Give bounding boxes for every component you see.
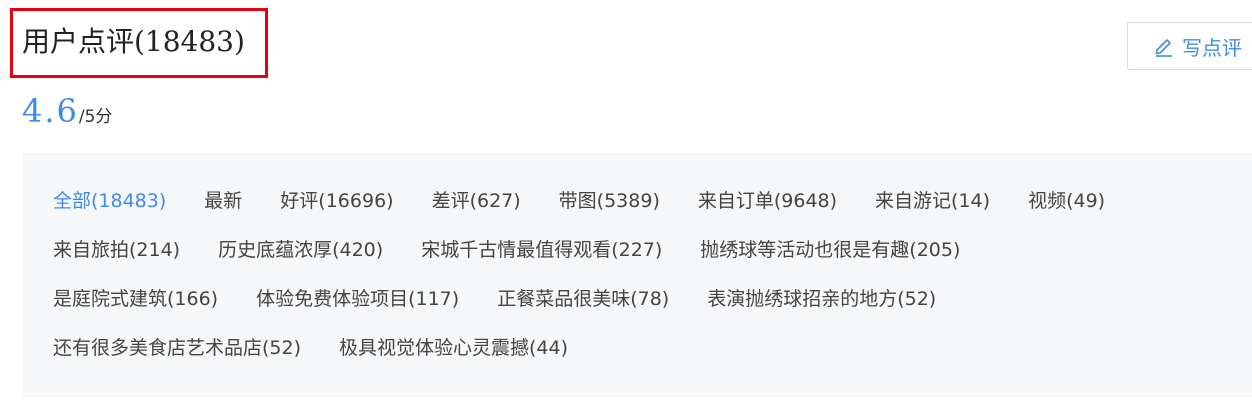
tag-positive[interactable]: 好评(16696) [280,186,393,213]
tag-item[interactable]: 体验免费体验项目(117) [256,284,459,311]
tag-item[interactable]: 还有很多美食店艺术品店(52) [53,333,301,360]
tag-from-orders[interactable]: 来自订单(9648) [698,186,837,213]
pencil-icon [1152,34,1176,58]
tag-item[interactable]: 来自旅拍(214) [53,235,180,262]
tag-item[interactable]: 宋城千古情最值得观看(227) [421,235,662,262]
tag-item[interactable]: 抛绣球等活动也很是有趣(205) [700,235,960,262]
tag-item[interactable]: 历史底蕴浓厚(420) [218,235,383,262]
tag-item[interactable]: 是庭院式建筑(166) [53,284,218,311]
tag-item[interactable]: 表演抛绣球招亲的地方(52) [707,284,936,311]
tag-item[interactable]: 极具视觉体验心灵震撼(44) [339,333,568,360]
write-review-label: 写点评 [1182,35,1242,60]
tag-item[interactable]: 正餐菜品很美味(78) [497,284,669,311]
rating: 4.6/5分 [22,92,112,130]
tag-row: 是庭院式建筑(166) 体验免费体验项目(117) 正餐菜品很美味(78) 表演… [53,283,974,311]
tag-negative[interactable]: 差评(627) [432,186,521,213]
rating-unit: /5分 [78,107,113,127]
page-title: 用户点评(18483) [22,25,245,58]
tag-all[interactable]: 全部(18483) [53,186,166,213]
tag-latest[interactable]: 最新 [204,186,242,213]
tag-row: 来自旅拍(214) 历史底蕴浓厚(420) 宋城千古情最值得观看(227) 抛绣… [53,234,998,262]
reviews-section: 用户点评(18483) 写点评 4.6/5分 全部(18483) 最新 好评(1… [0,0,1252,409]
tag-video[interactable]: 视频(49) [1028,186,1105,213]
tag-from-travelogues[interactable]: 来自游记(14) [875,186,990,213]
write-review-button[interactable]: 写点评 [1127,22,1252,70]
rating-score: 4.6 [22,92,79,130]
tag-row: 还有很多美食店艺术品店(52) 极具视觉体验心灵震撼(44) [53,332,606,360]
review-filter-tags: 全部(18483) 最新 好评(16696) 差评(627) 带图(5389) … [23,153,1252,397]
tag-row: 全部(18483) 最新 好评(16696) 差评(627) 带图(5389) … [53,185,1143,213]
tag-with-images[interactable]: 带图(5389) [559,186,660,213]
